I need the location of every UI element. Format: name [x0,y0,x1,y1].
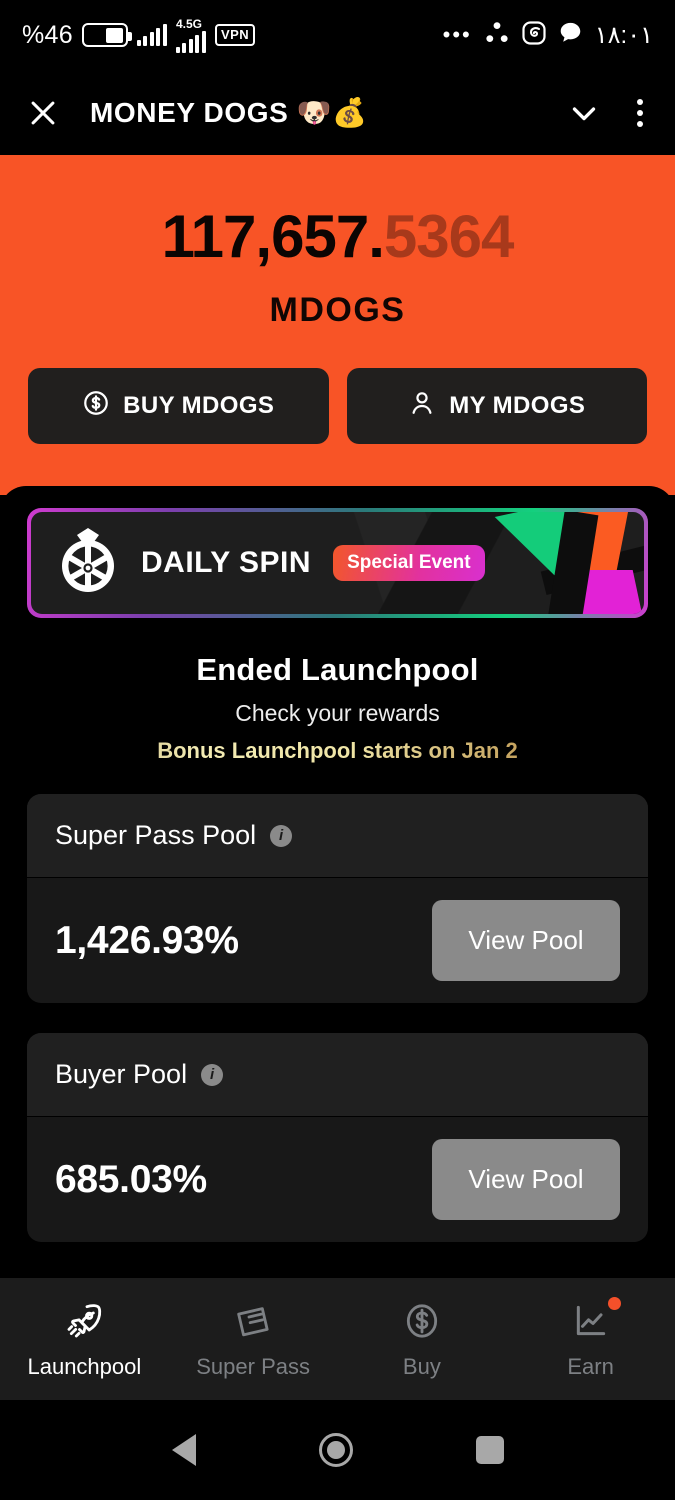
close-icon[interactable] [26,96,60,130]
balance-hero: 117,657.5364 MDOGS BUY MDOGS MY MDOGS [0,155,675,495]
network-type-label: 4.5G [175,16,202,31]
battery-percent-label: %46 [22,20,73,49]
pool-card-header: Super Pass Pool i [27,794,648,878]
status-bar-left: %46 4.5G VPN [22,16,256,53]
bottom-tab-bar: Launchpool Super Pass Buy Earn [0,1278,675,1400]
balance-decimal-part: 5364 [383,203,514,270]
person-icon [408,389,436,424]
tab-super-pass[interactable]: Super Pass [169,1299,338,1380]
pool-card-header: Buyer Pool i [27,1033,648,1117]
signal-bars-icon-1 [136,24,167,46]
pool-apr-value: 1,426.93% [55,918,239,962]
chevron-down-icon[interactable] [565,94,603,132]
buy-mdogs-label: BUY MDOGS [123,392,275,419]
my-mdogs-label: MY MDOGS [449,392,586,419]
banner-decoration [484,512,644,614]
pool-apr-value: 685.03% [55,1157,207,1201]
ticket-icon [233,1299,273,1343]
clock-label: ١٨:٠١ [594,21,653,49]
tab-label-earn: Earn [567,1353,614,1379]
balance-amount: 117,657.5364 [0,207,675,267]
pool-card-body: 685.03% View Pool [27,1117,648,1242]
status-bar-right: ••• ١٨:٠١ [442,20,653,50]
app-header: MONEY DOGS 🐶💰 [0,70,675,155]
tab-launchpool[interactable]: Launchpool [0,1299,169,1380]
view-pool-button[interactable]: View Pool [432,1139,620,1220]
battery-icon [81,23,132,47]
launchpool-subtitle: Check your rewards [235,700,440,726]
hero-actions: BUY MDOGS MY MDOGS [0,368,675,444]
my-mdogs-button[interactable]: MY MDOGS [346,368,647,444]
page-title: MONEY DOGS 🐶💰 [90,97,368,128]
tab-label-launchpool: Launchpool [27,1353,142,1379]
content-panel: DAILY SPIN Special Event Ended Launchpoo… [0,486,675,1278]
signal-bars-icon-2 [175,30,206,53]
vpn-icon: VPN [214,23,256,47]
kebab-menu-icon[interactable] [631,98,649,127]
dollar-circle-icon [82,389,110,424]
pool-card: Super Pass Pool i 1,426.93% View Pool [27,794,648,1003]
pool-name-label: Super Pass Pool [55,820,257,850]
launchpool-title: Ended Launchpool [196,652,479,687]
launchpool-bonus-note: Bonus Launchpool starts on Jan 2 [27,738,648,764]
share-app-icon [485,21,509,50]
daily-spin-title: DAILY SPIN [141,546,312,579]
info-icon[interactable]: i [201,1063,224,1086]
network-type-group: 4.5G [175,16,206,53]
browser-app-icon [522,20,546,50]
token-ticker-label: MDOGS [269,291,406,329]
content-panel-inner: DAILY SPIN Special Event Ended Launchpoo… [0,486,675,1242]
android-system-nav [0,1400,675,1500]
daily-spin-banner-inner: DAILY SPIN Special Event [31,512,644,614]
pool-card-body: 1,426.93% View Pool [27,878,648,1003]
earn-notification-dot [607,1296,621,1310]
balance-whole-part: 117,657. [161,203,385,270]
daily-spin-banner[interactable]: DAILY SPIN Special Event [27,508,648,618]
info-icon[interactable]: i [270,824,293,847]
dollar-circle-icon [402,1299,442,1343]
tab-buy[interactable]: Buy [338,1299,507,1380]
line-chart-icon [571,1296,621,1343]
recents-square-icon[interactable] [475,1436,504,1464]
special-event-badge: Special Event [333,545,485,581]
pool-name-label: Buyer Pool [55,1059,188,1089]
view-pool-button[interactable]: View Pool [432,900,620,981]
message-bubble-icon [559,21,582,49]
rocket-icon [64,1299,104,1343]
tab-label-super-pass: Super Pass [196,1353,310,1379]
more-notifications-icon: ••• [442,22,472,48]
back-triangle-icon[interactable] [171,1434,196,1466]
home-circle-icon[interactable] [318,1433,353,1467]
tab-earn[interactable]: Earn [506,1296,675,1380]
buy-mdogs-button[interactable]: BUY MDOGS [28,368,329,444]
pool-card: Buyer Pool i 685.03% View Pool [27,1033,648,1242]
spin-wheel-icon [57,528,119,598]
status-bar: %46 4.5G VPN ••• ١٨:٠١ [0,0,675,70]
tab-label-buy: Buy [402,1353,441,1379]
